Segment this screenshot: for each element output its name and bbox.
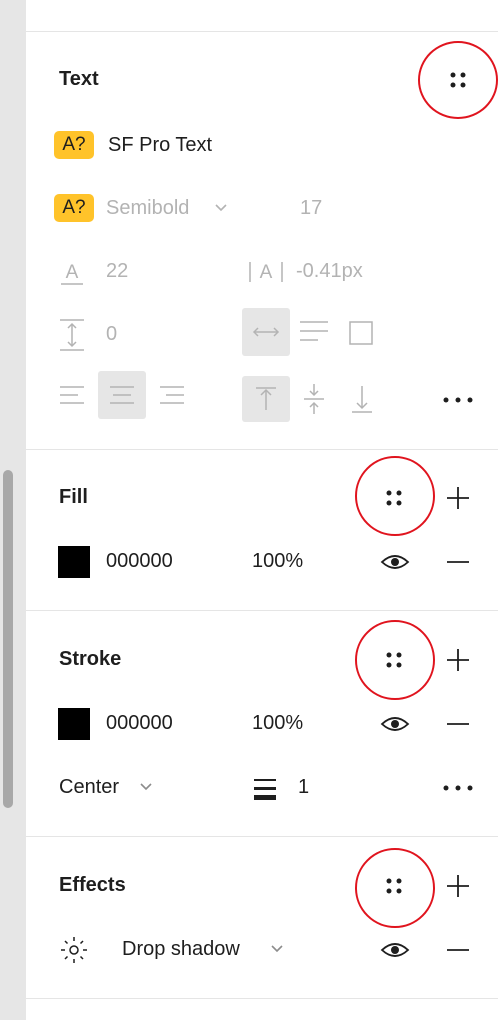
stroke-position-select[interactable]: Center	[59, 776, 119, 799]
section-divider	[26, 610, 498, 611]
section-divider	[26, 998, 498, 999]
add-effect-plus-icon[interactable]	[444, 872, 472, 900]
effects-section-title: Effects	[59, 874, 126, 896]
annotation-ring	[355, 456, 435, 536]
auto-height-icon[interactable]	[298, 318, 330, 346]
align-top-button[interactable]	[242, 376, 290, 422]
missing-font-badge[interactable]: A?	[54, 131, 94, 159]
align-right-icon[interactable]	[158, 384, 186, 406]
align-top-icon	[256, 387, 276, 410]
paragraph-spacing-value[interactable]: 0	[106, 323, 117, 346]
properties-panel: Text A? SF Pro Text A? Semibold 17 A 22 …	[26, 0, 500, 1020]
effect-type-select[interactable]: Drop shadow	[122, 938, 240, 961]
section-divider	[26, 31, 498, 32]
font-weight-value[interactable]: Semibold	[106, 197, 189, 220]
stroke-section-title: Stroke	[59, 648, 122, 670]
scrollbar-thumb[interactable]	[3, 470, 13, 808]
align-center-button[interactable]	[98, 371, 146, 419]
section-divider	[26, 836, 498, 837]
fill-color-swatch[interactable]	[58, 546, 90, 578]
text-section-title: Text	[59, 68, 99, 90]
letter-spacing-icon: A	[249, 262, 283, 283]
align-center-icon	[110, 386, 134, 404]
effect-settings-sun-icon[interactable]	[58, 934, 90, 966]
annotation-ring	[355, 848, 435, 928]
fixed-size-icon[interactable]	[348, 320, 374, 346]
add-stroke-plus-icon[interactable]	[444, 646, 472, 674]
stroke-weight-icon	[254, 779, 276, 800]
paragraph-spacing-icon	[60, 319, 84, 351]
effect-visibility-eye-icon[interactable]	[380, 938, 410, 962]
align-middle-icon[interactable]	[300, 382, 328, 416]
font-family-value[interactable]: SF Pro Text	[108, 134, 212, 157]
svg-text:A: A	[66, 262, 79, 283]
chevron-down-icon[interactable]	[270, 944, 284, 954]
fill-hex-value[interactable]: 000000	[106, 550, 173, 573]
auto-width-icon	[252, 327, 280, 337]
stroke-opacity-value[interactable]: 100%	[252, 712, 303, 735]
stroke-visibility-eye-icon[interactable]	[380, 712, 410, 736]
stroke-color-swatch[interactable]	[58, 708, 90, 740]
remove-effect-minus-icon[interactable]	[444, 940, 472, 960]
add-fill-plus-icon[interactable]	[444, 484, 472, 512]
svg-text:A: A	[260, 262, 273, 283]
stroke-more-options-icon[interactable]	[440, 778, 476, 798]
letter-spacing-value[interactable]: -0.41px	[296, 260, 363, 283]
chevron-down-icon[interactable]	[214, 203, 228, 213]
chevron-down-icon[interactable]	[139, 782, 153, 792]
stroke-weight-value[interactable]: 1	[298, 776, 309, 799]
line-height-value[interactable]: 22	[106, 260, 128, 283]
fill-visibility-eye-icon[interactable]	[380, 550, 410, 574]
fill-opacity-value[interactable]: 100%	[252, 550, 303, 573]
auto-width-button[interactable]	[242, 308, 290, 356]
annotation-ring	[418, 41, 498, 119]
align-left-icon[interactable]	[58, 384, 86, 406]
stroke-hex-value[interactable]: 000000	[106, 712, 173, 735]
remove-stroke-minus-icon[interactable]	[444, 714, 472, 734]
section-divider	[26, 449, 498, 450]
annotation-ring	[355, 620, 435, 700]
more-options-icon[interactable]	[440, 390, 476, 410]
scrollbar-track[interactable]	[0, 0, 26, 1020]
line-height-icon: A	[61, 262, 83, 285]
missing-weight-badge[interactable]: A?	[54, 194, 94, 222]
remove-fill-minus-icon[interactable]	[444, 552, 472, 572]
fill-section-title: Fill	[59, 486, 88, 508]
align-bottom-icon[interactable]	[348, 384, 376, 416]
font-size-value[interactable]: 17	[300, 197, 322, 220]
